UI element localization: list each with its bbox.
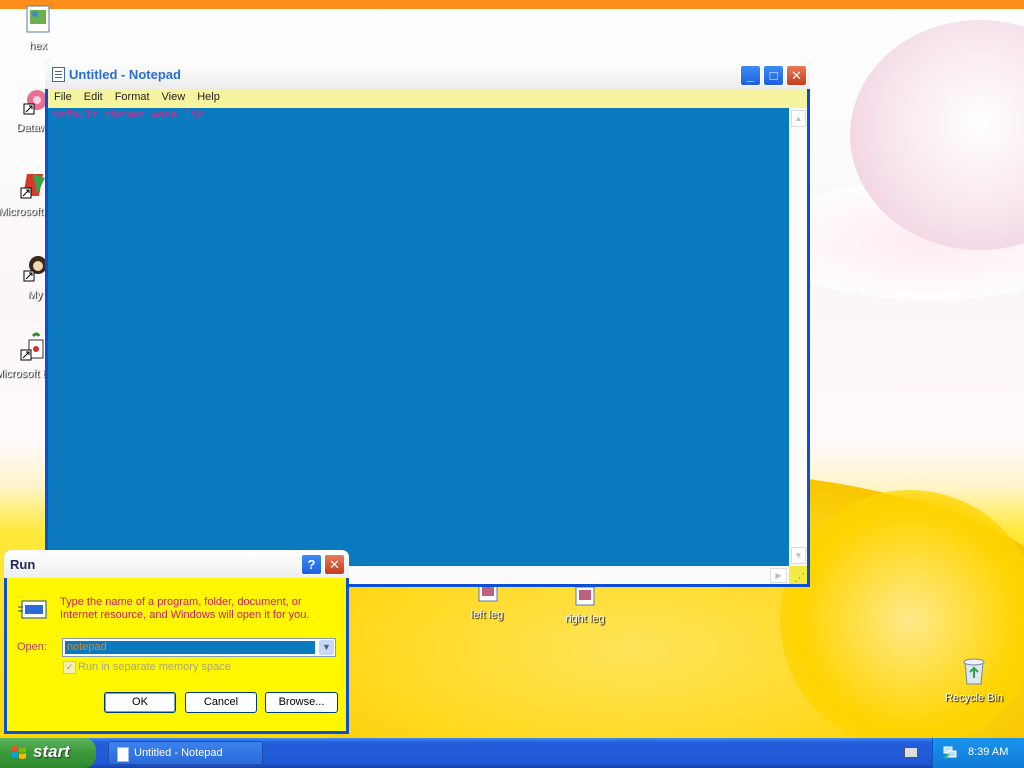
scroll-right-button[interactable]: ▶	[770, 568, 787, 583]
text-editor-area[interactable]: default themes were lik	[48, 108, 789, 566]
recycle-bin-icon	[963, 658, 985, 685]
chevron-down-icon: ▼	[322, 642, 331, 652]
notepad-titlebar[interactable]: Untitled - Notepad _ □ ✕	[45, 60, 810, 89]
question-icon: ?	[307, 557, 316, 572]
menu-view[interactable]: View	[156, 89, 192, 103]
scroll-down-button[interactable]: ▼	[791, 547, 806, 564]
desktop-icon-hex[interactable]: hex	[0, 4, 78, 53]
windows-logo-icon	[12, 746, 26, 759]
arrow-down-icon: ▼	[794, 551, 803, 560]
taskbar-item-notepad[interactable]: Untitled - Notepad	[108, 741, 263, 765]
menu-file[interactable]: File	[48, 89, 78, 103]
keyboard-icon[interactable]	[904, 747, 918, 758]
network-icon[interactable]	[943, 746, 957, 759]
checkbox-label: Run in separate memory space	[78, 661, 231, 673]
help-button[interactable]: ?	[301, 554, 322, 575]
image-file-icon	[26, 5, 50, 33]
ok-button[interactable]: OK	[104, 692, 176, 713]
desktop-icon-label: right leg	[565, 613, 605, 625]
desktop-icon-label: left leg	[470, 609, 504, 621]
maximize-button[interactable]: □	[763, 65, 784, 86]
clock[interactable]: 8:39 AM	[968, 746, 1008, 758]
run-description: Type the name of a program, folder, docu…	[60, 596, 310, 621]
notepad-icon	[117, 747, 129, 762]
start-button[interactable]: start	[0, 738, 96, 768]
image-file-icon	[575, 586, 595, 606]
arrow-right-icon: ▶	[775, 571, 782, 580]
desktop-icon-label: Recycle Bin	[944, 692, 1004, 704]
open-label: Open:	[17, 641, 47, 653]
taskbar-item-label: Untitled - Notepad	[134, 747, 223, 759]
menu-bar: File Edit Format View Help	[48, 89, 807, 108]
close-button[interactable]: ✕	[786, 65, 807, 86]
arrow-up-icon: ▲	[794, 114, 803, 123]
cancel-button[interactable]: Cancel	[185, 692, 257, 713]
check-icon: ✓	[65, 662, 74, 672]
browse-button[interactable]: Browse...	[265, 692, 338, 713]
desktop-icon-right-leg[interactable]: right leg	[545, 586, 625, 626]
resize-grip[interactable]	[789, 566, 807, 584]
run-dialog-body: Type the name of a program, folder, docu…	[7, 578, 346, 731]
open-input[interactable]: notepad	[65, 641, 315, 654]
run-program-icon	[18, 600, 47, 619]
menu-format[interactable]: Format	[109, 89, 156, 103]
run-dialog[interactable]: Run ? ✕ Type the name of a program, fold…	[4, 550, 349, 734]
notepad-window[interactable]: Untitled - Notepad _ □ ✕ File Edit Format V…	[45, 60, 810, 587]
dropdown-button[interactable]: ▼	[319, 640, 334, 655]
window-title: Untitled - Notepad	[69, 67, 181, 82]
dialog-title: Run	[10, 557, 36, 572]
run-titlebar[interactable]: Run ? ✕	[4, 550, 349, 578]
editor-text: default themes were lik	[52, 110, 204, 122]
desktop-icon-left-leg[interactable]: left leg	[447, 582, 527, 622]
menu-edit[interactable]: Edit	[78, 89, 109, 103]
wallpaper-top-band	[0, 0, 1024, 9]
minimize-icon: _	[746, 68, 755, 83]
notepad-icon	[52, 67, 65, 82]
app-shortcut-icon	[20, 174, 45, 199]
taskbar: start Untitled - Notepad 8:39 AM	[0, 738, 1024, 768]
close-button[interactable]: ✕	[324, 554, 345, 575]
vertical-scrollbar[interactable]: ▲ ▼	[789, 108, 807, 566]
separate-memory-checkbox[interactable]: ✓	[63, 661, 76, 674]
maximize-icon: □	[769, 68, 778, 83]
system-tray: 8:39 AM	[932, 738, 1024, 768]
close-icon: ✕	[329, 557, 340, 572]
menu-help[interactable]: Help	[191, 89, 226, 103]
open-combobox[interactable]: notepad ▼	[62, 638, 336, 657]
desktop-icon-recycle-bin[interactable]: Recycle Bin	[934, 656, 1014, 705]
app-shortcut-icon	[20, 332, 44, 361]
close-icon: ✕	[791, 68, 802, 83]
start-label: start	[33, 742, 70, 761]
scroll-up-button[interactable]: ▲	[791, 110, 806, 127]
desktop-icon-label: hex	[29, 40, 47, 52]
minimize-button[interactable]: _	[740, 65, 761, 86]
